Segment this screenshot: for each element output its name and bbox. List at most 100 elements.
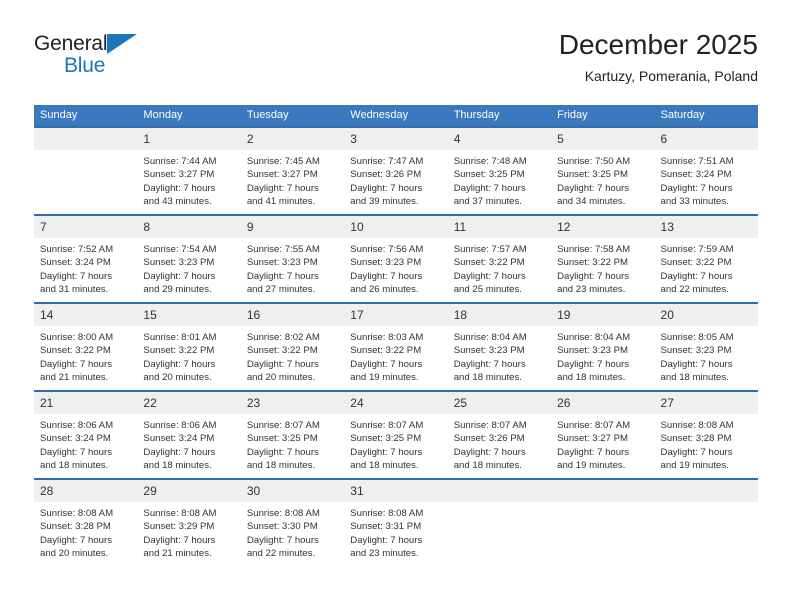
calendar-day-cell[interactable]: 13 Sunrise: 7:59 AM Sunset: 3:22 PM Dayligh… (654, 214, 758, 303)
daylight-text: Daylight: 7 hours (557, 446, 630, 458)
calendar-day-cell[interactable]: 29 Sunrise: 8:08 AM Sunset: 3:29 PM Dayligh… (137, 478, 241, 567)
daylight-text: Daylight: 7 hours (246, 358, 319, 370)
sunrise-text: Sunrise: 7:52 AM (40, 244, 114, 255)
daylight-text: Daylight: 7 hours (453, 446, 526, 458)
calendar-day-cell[interactable]: 17 Sunrise: 8:03 AM Sunset: 3:22 PM Dayligh… (344, 302, 448, 391)
sunrise-text: Sunrise: 8:07 AM (350, 420, 424, 431)
calendar-day-cell[interactable]: 26 Sunrise: 8:07 AM Sunset: 3:27 PM Dayligh… (551, 390, 655, 479)
sunrise-text: Sunrise: 7:51 AM (660, 156, 734, 167)
calendar-day-cell[interactable]: 2 Sunrise: 7:45 AM Sunset: 3:27 PM Daylight… (240, 126, 345, 215)
daylight-text: and 33 minutes. (660, 195, 729, 207)
day-details: Sunrise: 7:47 AM Sunset: 3:26 PM Daylight:… (344, 150, 447, 208)
calendar-day-cell[interactable]: 23 Sunrise: 8:07 AM Sunset: 3:25 PM Dayligh… (240, 390, 345, 479)
calendar-day-cell[interactable]: 19 Sunrise: 8:04 AM Sunset: 3:23 PM Dayligh… (551, 302, 655, 391)
sunrise-text: Sunrise: 7:45 AM (246, 156, 320, 167)
calendar-day-cell[interactable]: 22 Sunrise: 8:06 AM Sunset: 3:24 PM Dayligh… (137, 390, 241, 479)
day-number: 14 (34, 304, 138, 326)
day-number: 8 (137, 216, 241, 238)
sunset-text: Sunset: 3:25 PM (453, 169, 525, 181)
daylight-text: Daylight: 7 hours (246, 446, 319, 458)
day-details: Sunrise: 8:05 AM Sunset: 3:23 PM Daylight:… (655, 326, 758, 384)
sunset-text: Sunset: 3:24 PM (40, 433, 111, 445)
daylight-text: Daylight: 7 hours (350, 534, 423, 546)
day-number: 10 (344, 216, 448, 238)
daylight-text: Daylight: 7 hours (143, 358, 216, 370)
logo-text-blue: Blue (64, 54, 106, 77)
daylight-text: and 29 minutes. (143, 283, 212, 295)
sunrise-text: Sunrise: 8:08 AM (350, 508, 424, 519)
sunset-text: Sunset: 3:23 PM (143, 257, 215, 269)
calendar-day-cell[interactable]: 28 Sunrise: 8:08 AM Sunset: 3:28 PM Dayligh… (34, 478, 138, 567)
calendar-day-cell[interactable]: 12 Sunrise: 7:58 AM Sunset: 3:22 PM Dayligh… (551, 214, 655, 303)
daylight-text: Daylight: 7 hours (660, 446, 733, 458)
calendar-day-cell[interactable]: 30 Sunrise: 8:08 AM Sunset: 3:30 PM Dayligh… (240, 478, 345, 567)
day-number: 17 (344, 304, 448, 326)
day-details: Sunrise: 7:44 AM Sunset: 3:27 PM Daylight:… (137, 150, 240, 208)
calendar-day-cell[interactable]: 16 Sunrise: 8:02 AM Sunset: 3:22 PM Dayligh… (240, 302, 345, 391)
calendar-day-cell[interactable]: 8 Sunrise: 7:54 AM Sunset: 3:23 PM Daylight… (137, 214, 241, 303)
day-number: 15 (137, 304, 241, 326)
day-details: Sunrise: 8:07 AM Sunset: 3:25 PM Daylight:… (241, 414, 344, 472)
sunrise-text: Sunrise: 8:08 AM (660, 420, 734, 431)
day-number: 29 (137, 480, 241, 502)
logo-text-general: General (34, 32, 108, 55)
sunset-text: Sunset: 3:24 PM (660, 169, 732, 181)
sunset-text: Sunset: 3:25 PM (557, 169, 629, 181)
calendar-day-cell[interactable]: 5 Sunrise: 7:50 AM Sunset: 3:25 PM Daylight… (551, 126, 655, 215)
day-number: 4 (447, 128, 552, 150)
day-number: 22 (137, 392, 241, 414)
sunrise-text: Sunrise: 8:08 AM (40, 508, 114, 519)
day-number: 9 (240, 216, 345, 238)
calendar-day-cell[interactable]: 10 Sunrise: 7:56 AM Sunset: 3:23 PM Dayligh… (344, 214, 448, 303)
sunset-text: Sunset: 3:26 PM (453, 433, 525, 445)
calendar-day-cell[interactable]: 3 Sunrise: 7:47 AM Sunset: 3:26 PM Daylight… (344, 126, 448, 215)
sunrise-text: Sunrise: 7:47 AM (350, 156, 424, 167)
sunset-text: Sunset: 3:24 PM (40, 257, 111, 269)
weekday-header-thursday: Thursday (447, 105, 552, 127)
calendar-day-cell[interactable]: 9 Sunrise: 7:55 AM Sunset: 3:23 PM Daylight… (240, 214, 345, 303)
calendar-day-cell[interactable]: 27 Sunrise: 8:08 AM Sunset: 3:28 PM Dayligh… (654, 390, 758, 479)
day-details: Sunrise: 7:45 AM Sunset: 3:27 PM Daylight:… (241, 150, 344, 208)
calendar-day-cell[interactable]: 14 Sunrise: 8:00 AM Sunset: 3:22 PM Dayligh… (34, 302, 138, 391)
calendar-body: 1 Sunrise: 7:44 AM Sunset: 3:27 PM Daylight… (34, 126, 758, 567)
calendar-day-cell[interactable]: 21 Sunrise: 8:06 AM Sunset: 3:24 PM Dayligh… (34, 390, 138, 479)
title-block: December 2025 Kartuzy, Pomerania, Poland (559, 28, 758, 86)
sunrise-text: Sunrise: 7:58 AM (557, 244, 631, 255)
daylight-text: and 19 minutes. (350, 371, 419, 383)
daylight-text: Daylight: 7 hours (350, 182, 423, 194)
calendar-day-cell[interactable]: 4 Sunrise: 7:48 AM Sunset: 3:25 PM Daylight… (447, 126, 552, 215)
daylight-text: Daylight: 7 hours (143, 270, 216, 282)
day-number: 5 (551, 128, 655, 150)
weekday-header-wednesday: Wednesday (344, 105, 448, 127)
calendar-day-cell[interactable]: 1 Sunrise: 7:44 AM Sunset: 3:27 PM Daylight… (137, 126, 241, 215)
daylight-text: Daylight: 7 hours (40, 446, 112, 458)
day-number: 26 (551, 392, 655, 414)
calendar-day-cell[interactable]: 20 Sunrise: 8:05 AM Sunset: 3:23 PM Dayligh… (654, 302, 758, 391)
calendar-day-cell[interactable]: 11 Sunrise: 7:57 AM Sunset: 3:22 PM Dayligh… (447, 214, 552, 303)
calendar-day-cell[interactable]: 15 Sunrise: 8:01 AM Sunset: 3:22 PM Dayligh… (137, 302, 241, 391)
daylight-text: and 20 minutes. (246, 371, 316, 383)
day-number: 3 (344, 128, 448, 150)
daylight-text: and 39 minutes. (350, 195, 419, 207)
sunset-text: Sunset: 3:22 PM (660, 257, 732, 269)
calendar-day-cell[interactable]: 18 Sunrise: 8:04 AM Sunset: 3:23 PM Dayligh… (447, 302, 552, 391)
sunset-text: Sunset: 3:23 PM (453, 345, 525, 357)
calendar-day-cell[interactable]: 31 Sunrise: 8:08 AM Sunset: 3:31 PM Dayligh… (344, 478, 448, 567)
day-number (447, 480, 552, 502)
day-number: 30 (240, 480, 345, 502)
day-number: 25 (447, 392, 552, 414)
calendar-day-cell[interactable]: 25 Sunrise: 8:07 AM Sunset: 3:26 PM Dayligh… (447, 390, 552, 479)
day-details: Sunrise: 8:06 AM Sunset: 3:24 PM Daylight:… (34, 414, 137, 472)
daylight-text: Daylight: 7 hours (143, 182, 216, 194)
calendar-day-cell[interactable]: 7 Sunrise: 7:52 AM Sunset: 3:24 PM Daylight… (34, 214, 138, 303)
daylight-text: and 37 minutes. (453, 195, 522, 207)
calendar-day-cell[interactable]: 6 Sunrise: 7:51 AM Sunset: 3:24 PM Daylight… (654, 126, 758, 215)
day-details: Sunrise: 8:08 AM Sunset: 3:28 PM Daylight:… (655, 414, 758, 472)
calendar-day-cell[interactable]: 24 Sunrise: 8:07 AM Sunset: 3:25 PM Dayligh… (344, 390, 448, 479)
sunset-text: Sunset: 3:23 PM (557, 345, 629, 357)
daylight-text: Daylight: 7 hours (453, 270, 526, 282)
sunrise-text: Sunrise: 7:55 AM (246, 244, 320, 255)
day-details: Sunrise: 8:02 AM Sunset: 3:22 PM Daylight:… (241, 326, 344, 384)
sunset-text: Sunset: 3:28 PM (660, 433, 732, 445)
weekday-header: Sunday Monday Tuesday Wednesday Thursday… (34, 105, 758, 127)
